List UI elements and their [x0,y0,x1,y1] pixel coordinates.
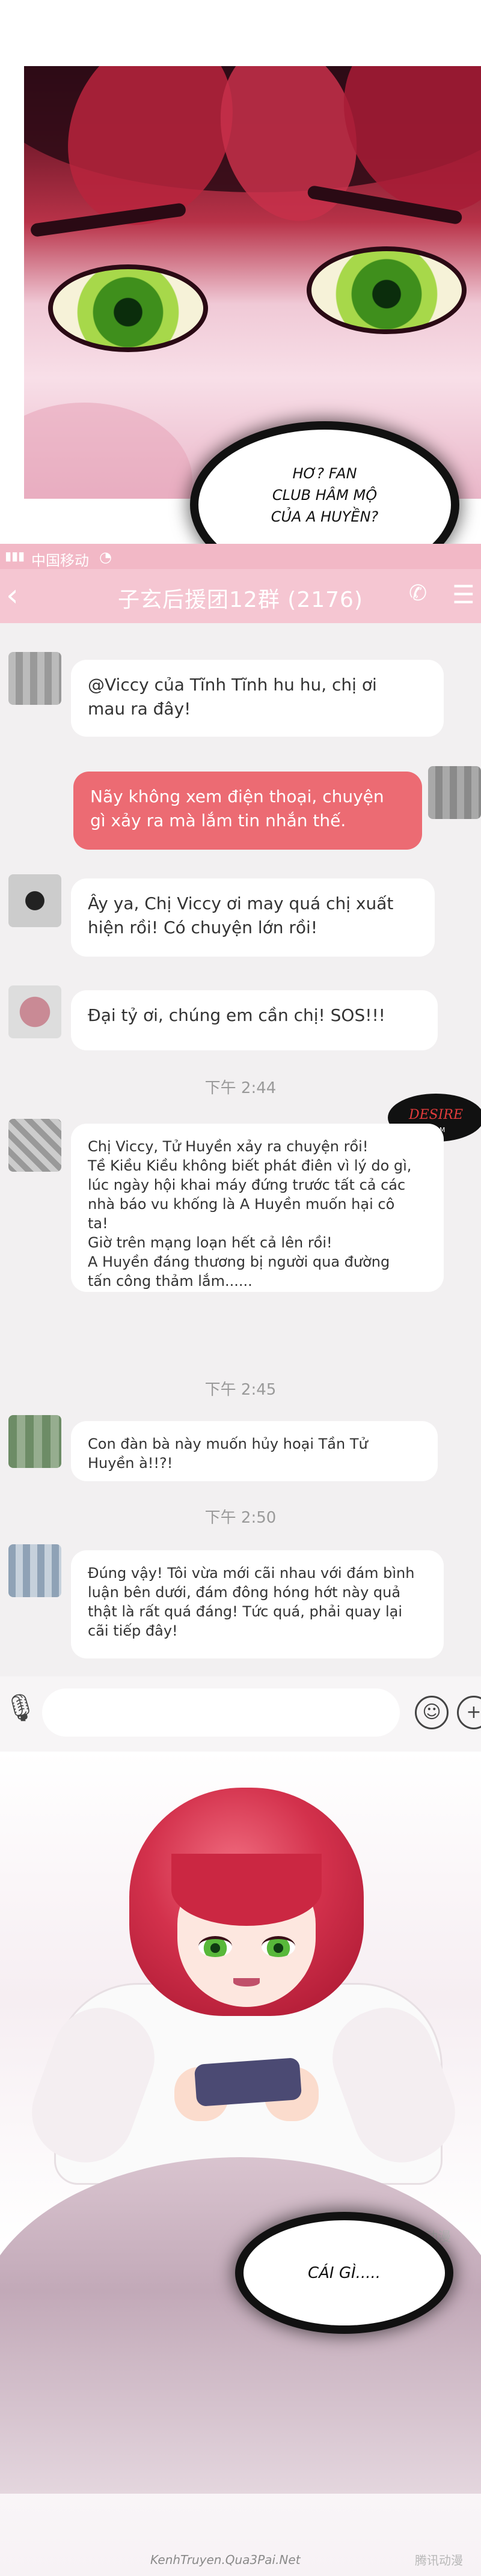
speech-text-top: HƠ? FAN CLUB HÂM MỘ CỦA A HUYỀN? [271,465,379,525]
eyes-closeup-panel [24,66,481,499]
emoji-icon[interactable]: ☺ [415,1696,449,1729]
wifi-icon: ◔ [99,549,112,565]
left-eye [48,264,208,352]
voice-icon[interactable]: 🎙 [4,1692,37,1723]
girl-right-eye [262,1936,295,1957]
blanket [0,2157,481,2494]
held-phone [194,2057,302,2107]
call-icon[interactable]: ✆ [409,581,427,606]
message-input[interactable] [42,1688,400,1737]
carrier-label: 中国移动 [31,552,89,569]
avatar[interactable] [8,874,61,927]
message-bubble: Con đàn bà này muốn hủy hoại Tần Tử Huyề… [71,1421,438,1481]
own-avatar[interactable] [428,766,481,819]
add-icon[interactable]: + [457,1696,481,1729]
avatar[interactable] [8,1544,61,1597]
svg-text:DESIRE: DESIRE [408,1107,463,1122]
speech-text-bottom: CÁI GÌ..... [307,2264,381,2282]
cheek [24,403,192,499]
status-bar: ▮▮▮ 中国移动 ◔ [0,544,481,569]
girl-left-eye [198,1936,232,1957]
message-input-bar: 🎙 ☺ + [0,1676,481,1752]
corner-watermark-bottom: 腾讯动漫 [415,2553,463,2568]
hair-bang [171,1854,322,1926]
message-bubble: @Viccy của Tĩnh Tĩnh hu hu, chị ơi mau r… [71,660,444,737]
girl-mouth [233,1978,260,1987]
timestamp: 下午 2:50 [204,1509,277,1527]
menu-icon[interactable]: ☰ [452,580,475,609]
avatar[interactable] [8,1415,61,1468]
message-bubble: Ây ya, Chị Viccy ơi may quá chị xuất hiệ… [71,878,435,957]
watermark-bottom: KenhTruyen.Qua3Pai.Net [150,2553,301,2567]
timestamp: 下午 2:45 [204,1381,277,1399]
avatar[interactable] [8,1119,61,1172]
message-bubble: Đúng vậy! Tôi vừa mới cãi nhau với đám b… [71,1550,444,1658]
right-eye [307,246,467,334]
message-bubble: Đại tỷ ơi, chúng em cần chị! SOS!!! [71,990,438,1050]
chat-header: ‹ 子玄后援团12群 (2176) ✆ ☰ [0,569,481,623]
avatar[interactable] [8,985,61,1038]
avatar[interactable] [8,652,61,705]
message-bubble: Chị Viccy, Tử Huyền xảy ra chuyện rồi! T… [71,1124,444,1292]
signal-icon: ▮▮▮ [5,549,25,563]
own-message-bubble: Nãy không xem điện thoại, chuyện gì xảy … [73,772,422,850]
